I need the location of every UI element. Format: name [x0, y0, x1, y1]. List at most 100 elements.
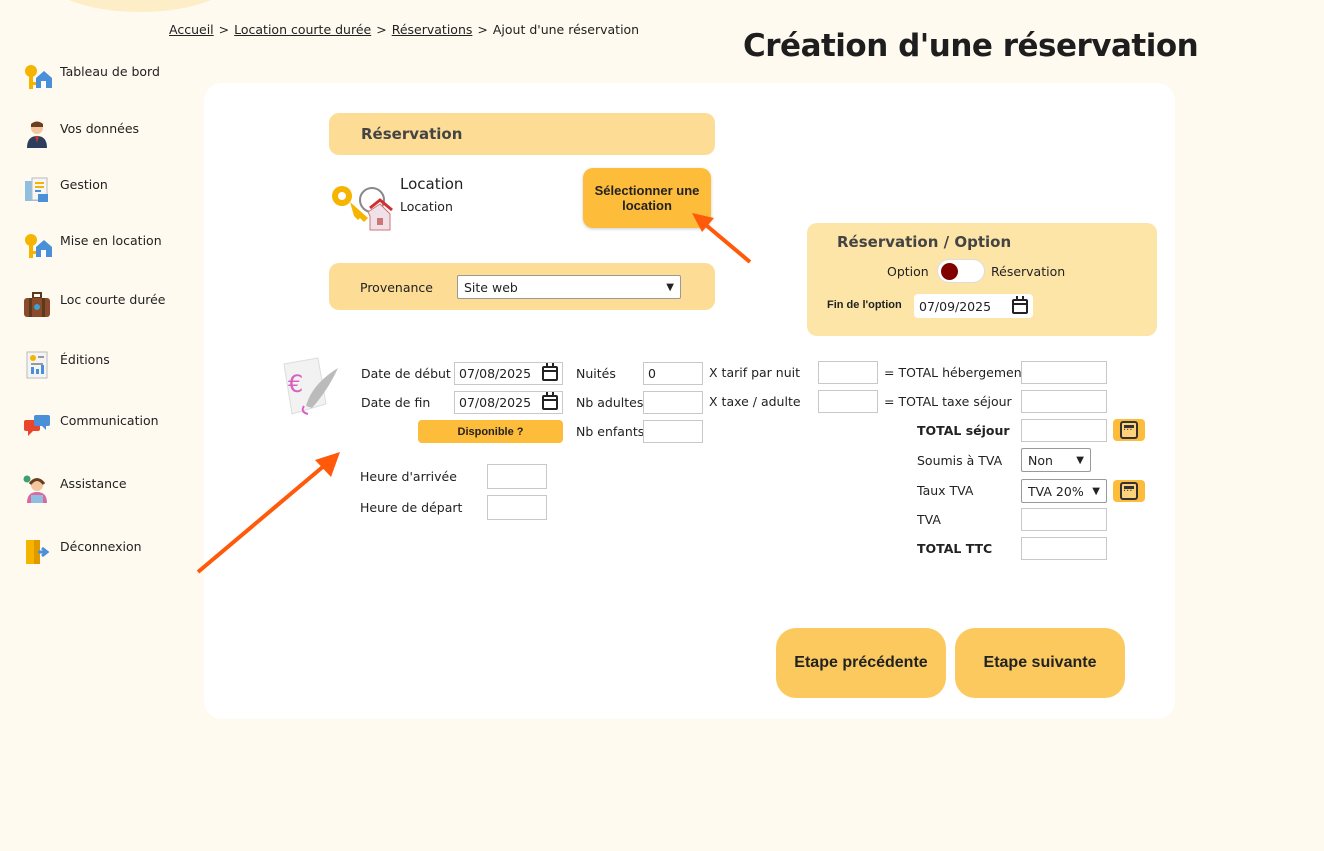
calculator-icon[interactable]	[1113, 419, 1145, 441]
sidebar-item-gestion[interactable]: Gestion	[22, 175, 108, 205]
vat-rate-value: TVA 20%	[1028, 483, 1084, 499]
chevron-down-icon: ▼	[1092, 485, 1100, 497]
reservation-section-title: Réservation	[361, 125, 463, 143]
children-input[interactable]	[643, 420, 703, 443]
total-lodging-label: = TOTAL hébergement	[884, 365, 1027, 380]
departure-time-input[interactable]	[487, 495, 547, 520]
tax-label: X taxe / adulte	[709, 394, 801, 409]
chat-bubbles-icon	[22, 411, 52, 441]
sidebar-item-vos-donnees[interactable]: Vos données	[22, 119, 139, 149]
report-icon	[22, 350, 52, 380]
logout-icon	[22, 537, 52, 567]
keys-house-icon	[22, 231, 52, 261]
nights-label: Nuités	[576, 366, 616, 381]
svg-text:€: €	[288, 370, 303, 398]
breadcrumb-separator: >	[477, 22, 488, 37]
end-option-label: Fin de l'option	[827, 299, 902, 311]
sidebar-item-dashboard[interactable]: Tableau de bord	[22, 62, 160, 92]
vat-subject-value: Non	[1028, 452, 1053, 468]
arrival-time-label: Heure d'arrivée	[360, 469, 457, 484]
toggle-option-label: Option	[887, 264, 929, 279]
arrival-time-input[interactable]	[487, 464, 547, 489]
sidebar-item-label: Assistance	[60, 476, 127, 491]
rate-input[interactable]	[818, 361, 878, 384]
invoice-icon: €	[278, 354, 346, 420]
breadcrumb-short-term-link[interactable]: Location courte durée	[234, 22, 371, 37]
sidebar-item-label: Gestion	[60, 177, 108, 192]
children-label: Nb enfants	[576, 424, 645, 439]
total-lodging-input[interactable]	[1021, 361, 1107, 384]
total-stay-input[interactable]	[1021, 419, 1107, 442]
sidebar-item-label: Loc courte durée	[60, 292, 166, 307]
toggle-reservation-label: Réservation	[991, 264, 1066, 279]
option-reservation-toggle[interactable]	[937, 259, 985, 283]
vat-rate-label: Taux TVA	[917, 483, 974, 498]
chevron-down-icon: ▼	[1076, 454, 1084, 466]
calculator-icon[interactable]	[1113, 480, 1145, 502]
provenance-label: Provenance	[360, 280, 433, 295]
sidebar-item-loc-courte-duree[interactable]: Loc courte durée	[22, 290, 166, 320]
tax-input[interactable]	[818, 390, 878, 413]
keys-icon	[328, 176, 394, 234]
option-panel-title: Réservation / Option	[837, 233, 1012, 251]
nights-input[interactable]: 0	[643, 362, 703, 385]
calculator-glyph	[1120, 421, 1138, 439]
sidebar-item-editions[interactable]: Éditions	[22, 350, 110, 380]
select-location-button[interactable]: Sélectionner une location	[583, 168, 711, 228]
breadcrumb-home-link[interactable]: Accueil	[169, 22, 214, 37]
departure-time-label: Heure de départ	[360, 500, 463, 515]
sidebar-item-label: Déconnexion	[60, 539, 142, 554]
start-date-input[interactable]: 07/08/2025	[454, 362, 563, 385]
start-date-value: 07/08/2025	[459, 366, 532, 381]
sidebar-item-label: Mise en location	[60, 233, 162, 248]
breadcrumb: Accueil > Location courte durée > Réservatio…	[169, 22, 639, 37]
option-panel: Réservation / Option	[807, 223, 1157, 336]
chevron-down-icon: ▼	[666, 281, 674, 293]
calculator-glyph	[1120, 482, 1138, 500]
calendar-icon	[1012, 295, 1028, 314]
provenance-select[interactable]: Site web ▼	[457, 275, 681, 299]
check-availability-button[interactable]: Disponible ?	[418, 420, 563, 443]
breadcrumb-current: Ajout d'une réservation	[492, 22, 640, 37]
vat-rate-select[interactable]: TVA 20% ▼	[1021, 479, 1107, 503]
total-tax-input[interactable]	[1021, 390, 1107, 413]
header-decoration	[40, 0, 240, 12]
toggle-knob	[941, 263, 958, 280]
end-option-date-value: 07/09/2025	[919, 298, 992, 314]
vat-subject-label: Soumis à TVA	[917, 453, 1003, 468]
next-step-button[interactable]: Etape suivante	[955, 628, 1125, 698]
breadcrumb-reservations-link[interactable]: Réservations	[392, 22, 473, 37]
vat-subject-select[interactable]: Non ▼	[1021, 448, 1091, 472]
sidebar-item-mise-en-location[interactable]: Mise en location	[22, 231, 162, 261]
end-date-label: Date de fin	[361, 395, 431, 410]
sidebar-item-label: Tableau de bord	[60, 64, 160, 79]
adults-label: Nb adultes	[576, 395, 644, 410]
documents-icon	[22, 175, 52, 205]
vat-input[interactable]	[1021, 508, 1107, 531]
page-title: Création d'une réservation	[743, 28, 1199, 64]
sidebar-item-assistance[interactable]: Assistance	[22, 474, 127, 504]
sidebar-item-label: Éditions	[60, 352, 110, 367]
end-option-date-input[interactable]: 07/09/2025	[914, 294, 1033, 318]
keys-house-icon	[22, 62, 52, 92]
sidebar-item-label: Vos données	[60, 121, 140, 136]
location-title: Location	[400, 175, 464, 193]
sidebar-item-deconnexion[interactable]: Déconnexion	[22, 537, 142, 567]
vat-label: TVA	[917, 512, 941, 527]
provenance-value: Site web	[464, 279, 518, 295]
calendar-icon	[542, 363, 558, 381]
total-ttc-input[interactable]	[1021, 537, 1107, 560]
total-tax-label: = TOTAL taxe séjour	[884, 394, 1012, 409]
breadcrumb-separator: >	[376, 22, 387, 37]
sidebar-item-communication[interactable]: Communication	[22, 411, 159, 441]
reservation-section-header: Réservation	[329, 113, 715, 155]
end-date-input[interactable]: 07/08/2025	[454, 391, 563, 414]
previous-step-button[interactable]: Etape précédente	[776, 628, 946, 698]
breadcrumb-separator: >	[218, 22, 230, 37]
adults-input[interactable]	[643, 391, 703, 414]
rate-label: X tarif par nuit	[709, 365, 801, 380]
suitcase-icon	[22, 290, 52, 320]
calendar-icon	[542, 392, 558, 410]
location-subtitle: Location	[400, 199, 453, 214]
support-agent-icon	[22, 474, 52, 504]
